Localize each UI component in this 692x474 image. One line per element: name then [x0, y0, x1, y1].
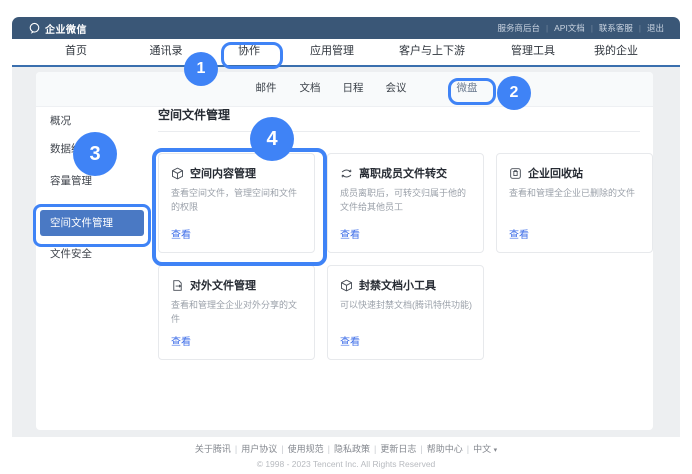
card-description: 查看和管理全企业已删除的文件	[509, 187, 642, 201]
card-head: 离职成员文件转交	[340, 165, 447, 181]
subtab-4[interactable]: 微盘	[457, 72, 478, 105]
card-view-link[interactable]: 查看	[509, 226, 529, 241]
nav-item-5[interactable]: 管理工具	[511, 39, 555, 64]
card-description: 成员离职后，可转交归属于他的文件给其他员工	[340, 187, 473, 214]
topbar-link-1[interactable]: API文档	[554, 22, 585, 34]
main-panel: 邮件文档日程会议微盘 概况数据统计容量管理空间文件管理文件安全 空间文件管理 空…	[36, 72, 653, 430]
card-title: 企业回收站	[528, 165, 583, 181]
separator: |	[546, 24, 548, 33]
recycle-bin-icon	[509, 167, 522, 180]
copyright: © 1998 - 2023 Tencent Inc. All Rights Re…	[12, 459, 680, 469]
card-description: 查看和管理全企业对外分享的文件	[171, 299, 304, 326]
topbar: 企业微信 服务商后台 | API文档 | 联系客服 | 退出	[12, 17, 680, 39]
footer-link-3[interactable]: 隐私政策	[334, 444, 370, 454]
card-title: 空间内容管理	[190, 165, 256, 181]
subtab-2[interactable]: 日程	[343, 72, 364, 105]
separator: |	[639, 24, 641, 33]
topbar-link-2[interactable]: 联系客服	[599, 22, 633, 34]
subtab-1[interactable]: 文档	[300, 72, 321, 105]
title-divider	[158, 131, 640, 132]
card-title: 封禁文档小工具	[359, 277, 436, 293]
nav-item-6[interactable]: 我的企业	[594, 39, 638, 64]
separator: |	[374, 444, 376, 454]
sidebar-item-4[interactable]: 文件安全	[50, 246, 92, 262]
footer-links: 关于腾讯 | 用户协议 | 使用规范 | 隐私政策 | 更新日志 | 帮助中心 | 中文 ▾	[12, 442, 680, 455]
separator: |	[281, 444, 283, 454]
card-title: 离职成员文件转交	[359, 165, 447, 181]
card-2[interactable]: 企业回收站查看和管理全企业已删除的文件查看	[496, 153, 653, 253]
nav-item-3[interactable]: 应用管理	[310, 39, 354, 64]
card-0[interactable]: 空间内容管理查看空间文件，管理空间和文件的权限查看	[158, 153, 315, 253]
topbar-link-3[interactable]: 退出	[647, 22, 664, 34]
separator: |	[591, 24, 593, 33]
ban-doc-icon	[340, 279, 353, 292]
page-title: 空间文件管理	[158, 106, 230, 123]
sidebar-item-0[interactable]: 概况	[50, 113, 71, 129]
cube-icon	[171, 167, 184, 180]
card-3[interactable]: 对外文件管理查看和管理全企业对外分享的文件查看	[158, 265, 315, 360]
card-1[interactable]: 离职成员文件转交成员离职后，可转交归属于他的文件给其他员工查看	[327, 153, 484, 253]
sidebar-item-1[interactable]: 数据统计	[50, 141, 92, 157]
card-description: 查看空间文件，管理空间和文件的权限	[171, 187, 304, 214]
wecom-logo-icon	[28, 22, 41, 35]
separator: |	[467, 444, 469, 454]
nav-item-4[interactable]: 客户与上下游	[399, 39, 465, 64]
footer: 关于腾讯 | 用户协议 | 使用规范 | 隐私政策 | 更新日志 | 帮助中心 | 中文 ▾ © 199…	[12, 442, 680, 469]
footer-link-4[interactable]: 更新日志	[380, 444, 416, 454]
separator: |	[235, 444, 237, 454]
footer-link-2[interactable]: 使用规范	[288, 444, 324, 454]
brand-label: 企业微信	[45, 21, 87, 36]
card-head: 对外文件管理	[171, 277, 256, 293]
brand[interactable]: 企业微信	[28, 21, 87, 36]
separator: |	[420, 444, 422, 454]
language-selector[interactable]: 中文	[473, 444, 494, 454]
main-nav: 首页 通讯录 协作 应用管理 客户与上下游 管理工具 我的企业	[12, 39, 680, 67]
card-view-link[interactable]: 查看	[340, 226, 360, 241]
topbar-links: 服务商后台 | API文档 | 联系客服 | 退出	[498, 22, 664, 34]
nav-item-2[interactable]: 协作	[238, 39, 260, 64]
card-title: 对外文件管理	[190, 277, 256, 293]
card-description: 可以快速封禁文档(腾讯特供功能)	[340, 299, 473, 313]
subtab-3[interactable]: 会议	[386, 72, 407, 105]
card-head: 空间内容管理	[171, 165, 256, 181]
card-view-link[interactable]: 查看	[171, 226, 191, 241]
nav-item-0[interactable]: 首页	[65, 39, 87, 64]
sidebar-item-3[interactable]: 空间文件管理	[40, 210, 144, 236]
card-view-link[interactable]: 查看	[171, 333, 191, 348]
footer-link-0[interactable]: 关于腾讯	[195, 444, 231, 454]
nav-item-1[interactable]: 通讯录	[150, 39, 183, 64]
subtabs-bar: 邮件文档日程会议 微盘	[36, 72, 653, 107]
footer-link-1[interactable]: 用户协议	[241, 444, 277, 454]
file-export-icon	[171, 279, 184, 292]
card-head: 企业回收站	[509, 165, 583, 181]
subtab-0[interactable]: 邮件	[256, 72, 277, 105]
card-4[interactable]: 封禁文档小工具可以快速封禁文档(腾讯特供功能) 查看	[327, 265, 484, 360]
chevron-down-icon: ▾	[494, 447, 498, 454]
footer-link-5[interactable]: 帮助中心	[427, 444, 463, 454]
separator: |	[328, 444, 330, 454]
transfer-icon	[340, 167, 353, 180]
topbar-link-0[interactable]: 服务商后台	[498, 22, 541, 34]
wecom-admin-page: 企业微信 服务商后台 | API文档 | 联系客服 | 退出 首页 通讯录 协作 应用管理 客户与上…	[0, 0, 692, 474]
card-head: 封禁文档小工具	[340, 277, 436, 293]
sidebar-item-2[interactable]: 容量管理	[50, 173, 92, 189]
card-view-link[interactable]: 查看	[340, 333, 360, 348]
